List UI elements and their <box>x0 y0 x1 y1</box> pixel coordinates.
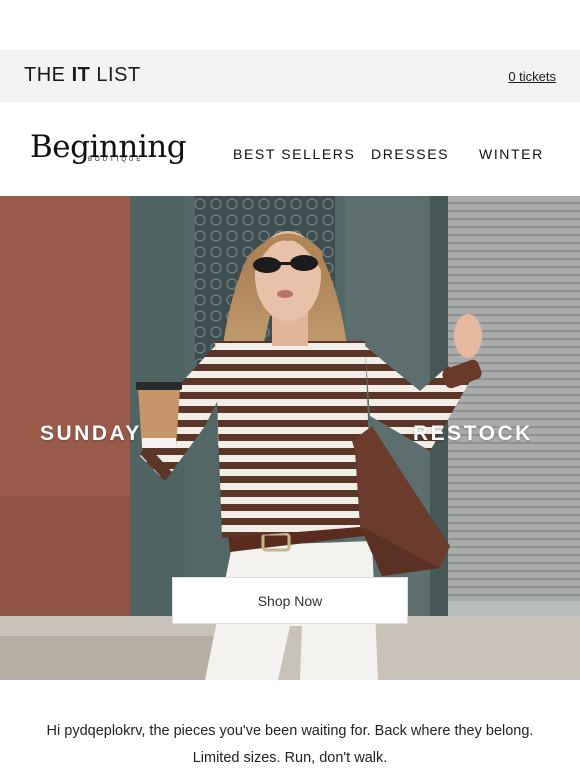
tickets-link[interactable]: 0 tickets <box>508 69 556 84</box>
nav-best-sellers[interactable]: BEST SELLERS <box>233 146 355 162</box>
top-bar: THE IT LIST 0 tickets <box>0 50 580 102</box>
hero-headline-left: SUNDAY <box>40 422 142 445</box>
it-list-title: THE IT LIST <box>24 64 141 87</box>
nav-bar: Beginning BOUTIQUE BEST SELLERS DRESSES … <box>0 102 580 196</box>
it-list-prefix: THE <box>24 64 72 86</box>
message-line-2: Limited sizes. Run, don't walk. <box>192 750 388 766</box>
message-line-1: Hi pydqeplokrv, the pieces you've been w… <box>46 723 534 739</box>
brand-logo[interactable]: Beginning BOUTIQUE <box>30 130 187 170</box>
nav-dresses[interactable]: DRESSES <box>371 146 449 162</box>
nav-winter[interactable]: WINTER <box>479 146 544 162</box>
shop-now-button[interactable]: Shop Now <box>172 577 408 624</box>
hero-headline-right: RESTOCK <box>413 422 533 445</box>
hero-banner[interactable]: SUNDAY RESTOCK Shop Now <box>0 196 580 680</box>
it-list-suffix: LIST <box>90 64 141 86</box>
message-body: Hi pydqeplokrv, the pieces you've been w… <box>0 718 580 772</box>
logo-sub-text: BOUTIQUE <box>88 157 144 163</box>
it-list-bold: IT <box>71 64 91 86</box>
